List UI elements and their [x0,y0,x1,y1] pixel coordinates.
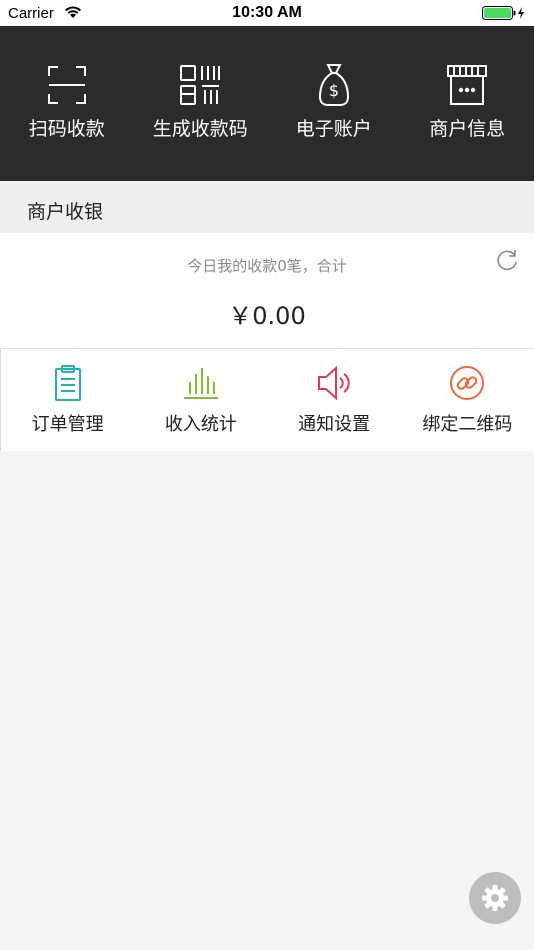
func-order-management[interactable]: 订单管理 [1,349,134,451]
nav-generate-code[interactable]: 生成收款码 [134,26,268,181]
status-time: 10:30 AM [232,4,302,21]
clipboard-icon [49,364,87,402]
scan-icon [45,63,89,107]
nav-merchant-info-label: 商户信息 [429,118,506,140]
qrcode-icon [178,63,222,107]
today-summary: 今日我的收款0笔，合计 ￥0.00 [0,233,534,349]
status-bar: Carrier 10:30 AM [0,0,534,26]
nav-generate-code-label: 生成收款码 [152,118,248,140]
nav-e-account[interactable]: $ 电子账户 [267,26,401,181]
func-notification-settings[interactable]: 通知设置 [268,349,401,451]
nav-e-account-label: 电子账户 [295,118,372,140]
nav-merchant-info[interactable]: 商户信息 [401,26,534,181]
func-order-management-label: 订单管理 [31,414,104,435]
func-income-stats-label: 收入统计 [164,414,237,435]
function-grid: 订单管理 收入统计 通知设置 绑定二维码 [0,349,534,451]
func-income-stats[interactable]: 收入统计 [134,349,267,451]
store-icon [445,63,489,107]
func-bind-qrcode-label: 绑定二维码 [422,414,513,435]
func-notification-settings-label: 通知设置 [298,414,371,435]
nav-scan-pay[interactable]: 扫码收款 [0,26,134,181]
today-amount: ￥0.00 [228,302,306,330]
gear-icon [482,885,508,911]
bar-stats-icon [182,364,220,402]
settings-button[interactable] [469,872,521,924]
speaker-icon [315,364,353,402]
today-summary-text: 今日我的收款0笔，合计 [187,257,347,275]
func-bind-qrcode[interactable]: 绑定二维码 [401,349,534,451]
section-header: 商户收银 [0,181,534,233]
svg-text:$: $ [329,81,339,100]
section-title: 商户收银 [27,201,104,223]
battery-icon [482,6,526,25]
refresh-icon[interactable] [494,247,520,273]
top-nav: 扫码收款 生成收款码 $ 电子账户 商户信息 [0,26,534,181]
nav-scan-pay-label: 扫码收款 [28,118,105,140]
money-bag-icon: $ [312,63,356,107]
link-icon [448,364,486,402]
